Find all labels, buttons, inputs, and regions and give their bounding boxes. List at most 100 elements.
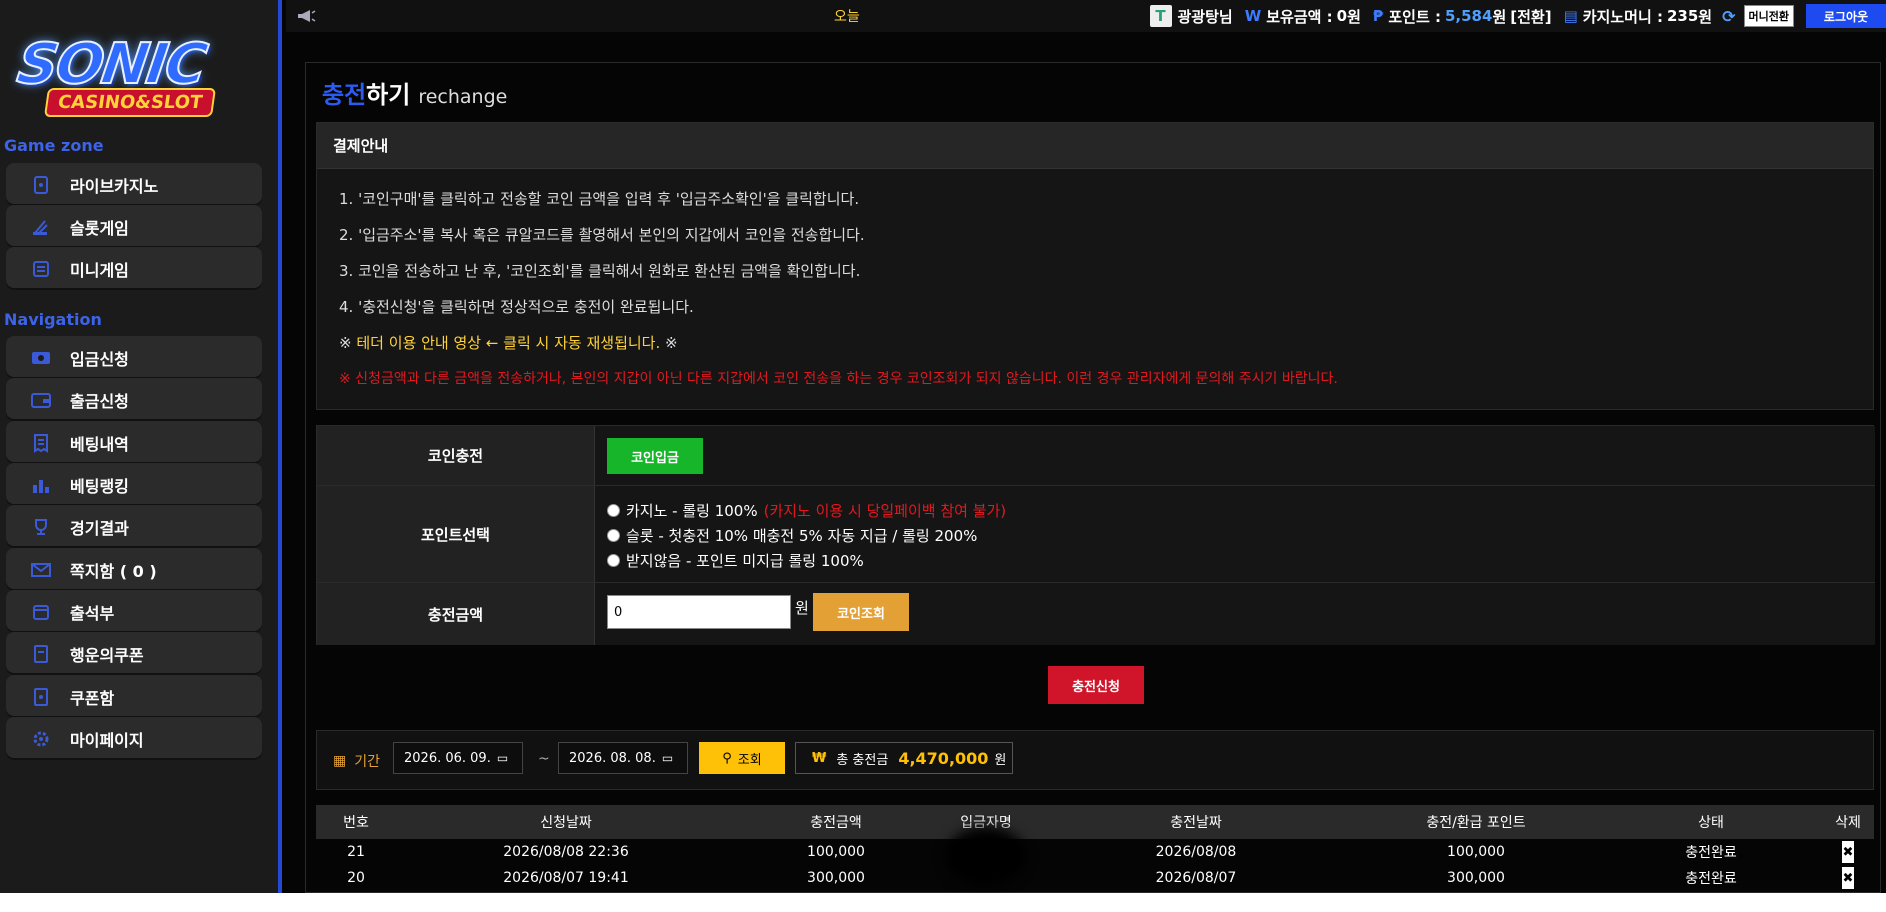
sidebar-item-mini-game[interactable]: 미니게임 (6, 247, 262, 290)
total-label: 총 충전금 (836, 752, 889, 768)
calendar-icon[interactable]: ▭ (662, 751, 673, 765)
radio-button[interactable] (607, 529, 620, 542)
cell-req-date: 2026/08/07 19:41 (503, 870, 629, 886)
calendar-icon[interactable]: ▭ (497, 751, 508, 765)
sidebar-item-mypage[interactable]: 마이페이지 (6, 717, 262, 760)
total-value: 4,470,000 (898, 748, 989, 768)
sidebar-item-label: 미니게임 (70, 260, 129, 280)
delete-icon[interactable]: ✖ (1842, 867, 1854, 889)
notice-header: 결제안내 (317, 123, 1873, 169)
date-filter: ▦ 기간 2026. 06. 09. ▭ ~ 2026. 08. 08. ▭ ⚲… (316, 730, 1874, 790)
title-part2: 하기 (366, 81, 411, 109)
table-row: 20 2026/08/07 19:41 300,000 2026/08/07 3… (316, 865, 1874, 891)
notice-line: 2. '입금주소'를 복사 혹은 큐알코드를 촬영해서 본인의 지갑에서 코인을… (339, 226, 865, 244)
top-bar: 오늘 T 광광탕님 W 보유금액 : 0 원 ₱ 포인트 : 5,584 원 [… (286, 0, 1886, 32)
sidebar-item-label: 출금신청 (70, 391, 129, 411)
radio-button[interactable] (607, 504, 620, 517)
cell-charge-date: 2026/08/07 (1155, 870, 1237, 886)
calendar-icon (30, 601, 52, 623)
sidebar-item-messages[interactable]: 쪽지함 ( 0 ) (6, 548, 262, 591)
point-convert-link[interactable]: [전환] (1510, 6, 1551, 27)
period-label: 기간 (354, 754, 380, 770)
sidebar-item-label: 쿠폰함 (70, 688, 115, 708)
col-header: 신청날짜 (540, 815, 592, 831)
search-button[interactable]: ⚲ 조회 (699, 742, 785, 774)
redacted-depositor (946, 827, 1026, 885)
sidebar-item-bet-history[interactable]: 베팅내역 (6, 421, 262, 464)
recharge-form: 코인충전 코인입금 포인트선택 카지노 - 롤링 100% (카지노 이용 시 … (316, 425, 1875, 645)
money-convert-button[interactable]: 머니전환 (1743, 5, 1794, 27)
trophy-icon (30, 516, 52, 538)
sidebar-item-deposit[interactable]: 입금신청 (6, 336, 262, 379)
col-header: 충전/환급 포인트 (1426, 815, 1526, 831)
delete-cell: ✖ (1818, 865, 1878, 891)
sidebar-item-label: 라이브카지노 (70, 176, 159, 196)
col-header: 삭제 (1835, 815, 1861, 831)
date-from-input[interactable]: 2026. 06. 09. ▭ (393, 742, 523, 774)
notice-line: 4. '충전신청'을 클릭하면 정상적으로 충전이 완료됩니다. (339, 298, 694, 316)
cell-status: 충전완료 (1685, 845, 1737, 861)
megaphone-icon (296, 8, 316, 24)
calendar-icon: ▦ (333, 753, 347, 769)
video-guide-line[interactable]: ※ 테더 이용 안내 영상 ← 클릭 시 자동 재생됩니다. ※ (339, 325, 1873, 361)
refresh-icon[interactable]: ⟳ (1722, 7, 1735, 26)
option-slot[interactable]: 슬롯 - 첫충전 10% 매충전 5% 자동 지급 / 롤링 200% (607, 525, 977, 546)
amount-unit: 원 (795, 599, 809, 617)
cell-amount: 100,000 (807, 844, 865, 860)
sidebar-item-coupon-box[interactable]: 쿠폰함 (6, 675, 262, 718)
coin-deposit-button[interactable]: 코인입금 (607, 438, 703, 474)
logo-sub: CASINO&SLOT (43, 88, 217, 117)
coin-charge-row: 코인충전 코인입금 (317, 426, 1875, 486)
sidebar-item-attendance[interactable]: 출석부 (6, 590, 262, 633)
sidebar-item-label: 행운의쿠폰 (70, 645, 144, 665)
amount-input[interactable]: 0 (607, 595, 791, 629)
col-header: 번호 (343, 815, 369, 831)
balance-label: 보유금액 : (1266, 7, 1333, 26)
coin-lookup-button[interactable]: 코인조회 (813, 593, 909, 631)
option-text: 받지않음 - 포인트 미지급 롤링 100% (626, 552, 864, 570)
main-panel: 충전하기 rechange 결제안내 1. '코인구매'를 클릭하고 전송할 코인… (305, 62, 1881, 893)
option-none[interactable]: 받지않음 - 포인트 미지급 롤링 100% (607, 550, 864, 571)
video-prefix: ※ (339, 334, 352, 352)
sidebar-item-lucky-coupon[interactable]: 행운의쿠폰 (6, 632, 262, 675)
cell-no: 21 (347, 844, 365, 860)
casino-chip-icon: ▤ (1563, 7, 1578, 25)
coupon-box-icon (30, 686, 52, 708)
casino-money-value: 235 (1666, 7, 1699, 25)
delete-cell: ✖ (1818, 839, 1878, 865)
total-charge: ₩ 총 충전금 4,470,000 원 (795, 742, 1013, 774)
option-text: 카지노 - 롤링 100% (626, 502, 758, 520)
video-suffix: ※ (665, 334, 678, 352)
option-note: (카지노 이용 시 당일페이백 참여 불가) (763, 502, 1007, 520)
amount-label: 충전금액 (317, 583, 595, 645)
recharge-submit-button[interactable]: 충전신청 (1048, 666, 1144, 704)
sidebar-item-slot[interactable]: 슬롯게임 (6, 205, 262, 248)
sidebar-item-label: 출석부 (70, 603, 115, 623)
wallet-icon (30, 389, 52, 411)
video-guide-link[interactable]: 테더 이용 안내 영상 ← 클릭 시 자동 재생됩니다. (356, 334, 660, 352)
sidebar-item-bet-ranking[interactable]: 베팅랭킹 (6, 463, 262, 506)
slot-icon (30, 216, 52, 238)
option-casino[interactable]: 카지노 - 롤링 100% (카지노 이용 시 당일페이백 참여 불가) (607, 500, 1006, 521)
delete-icon[interactable]: ✖ (1842, 841, 1854, 863)
sidebar-item-withdraw[interactable]: 출금신청 (6, 378, 262, 421)
point-select-row: 포인트선택 카지노 - 롤링 100% (카지노 이용 시 당일페이백 참여 불… (317, 486, 1875, 583)
notice-body: 1. '코인구매'를 클릭하고 전송할 코인 금액을 입력 후 '입금주소확인'… (317, 169, 1873, 397)
gear-icon (30, 728, 52, 750)
period-label-group: ▦ 기간 (333, 751, 380, 771)
balance-unit: 원 (1347, 7, 1361, 26)
cell-req-date: 2026/08/08 22:36 (503, 844, 629, 860)
ranking-icon (30, 474, 52, 496)
sidebar-item-match-results[interactable]: 경기결과 (6, 505, 262, 548)
col-header: 충전날짜 (1170, 815, 1222, 831)
sidebar-item-live-casino[interactable]: 라이브카지노 (6, 163, 262, 206)
today-link[interactable]: 오늘 (834, 6, 860, 26)
username: 광광탕님 (1177, 7, 1233, 26)
col-header: 충전금액 (810, 815, 862, 831)
page-title: 충전하기 rechange (322, 75, 507, 110)
logout-button[interactable]: 로그아웃 (1806, 4, 1886, 28)
site-logo[interactable]: SONIC CASINO&SLOT (10, 26, 262, 126)
radio-button[interactable] (607, 554, 620, 567)
balance-value: 0 (1336, 7, 1348, 25)
date-to-input[interactable]: 2026. 08. 08. ▭ (558, 742, 688, 774)
